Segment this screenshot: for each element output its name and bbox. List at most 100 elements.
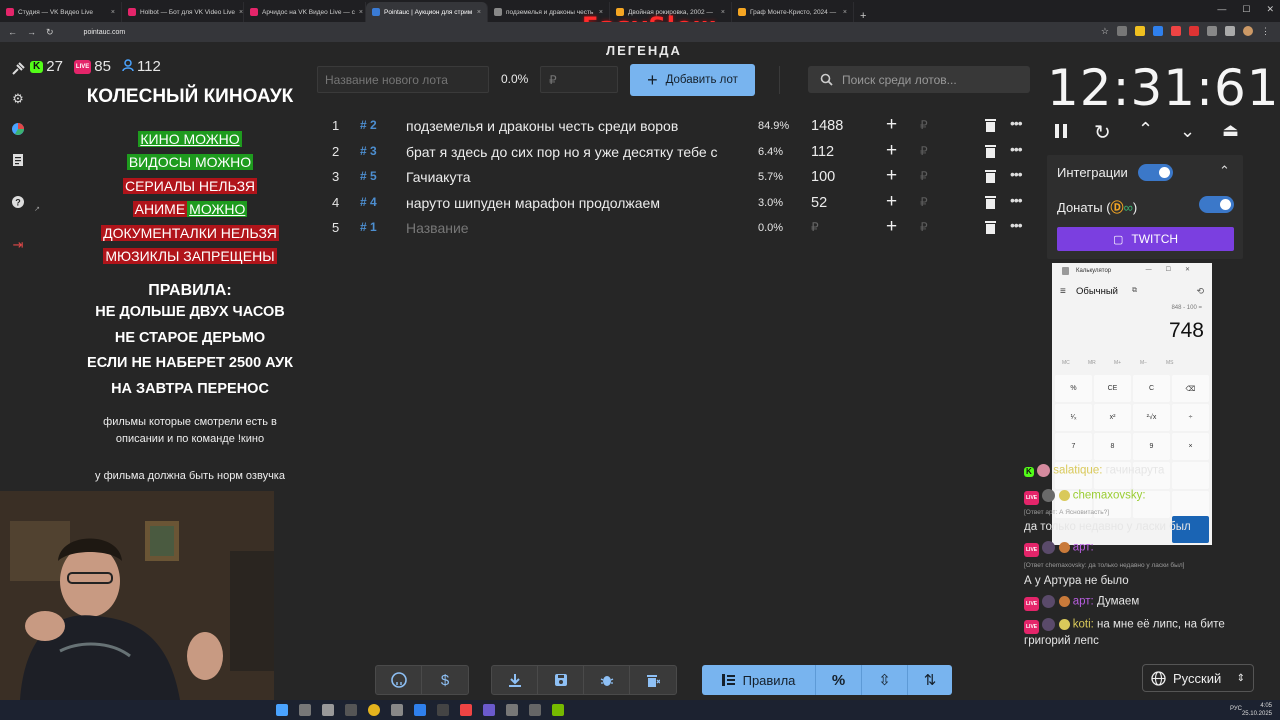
lot-amount[interactable]: 1488: [811, 118, 843, 134]
more-icon[interactable]: •••: [1010, 217, 1023, 233]
bug-icon[interactable]: [584, 666, 630, 694]
close-tab-icon[interactable]: ×: [239, 9, 243, 16]
browser-tab[interactable]: Студия — VK Видео Live ×: [0, 2, 122, 22]
donate-icon[interactable]: $: [422, 666, 468, 694]
lot-name[interactable]: Гачиакута: [406, 169, 740, 185]
add-amount-icon[interactable]: +: [886, 216, 897, 238]
lot-name-input[interactable]: Название: [406, 220, 740, 236]
lot-name[interactable]: брат я здесь до сих пор но я уже десятку…: [406, 144, 740, 160]
browser-tab[interactable]: Holbot — Бот для VK Video Live ×: [122, 2, 244, 22]
more-icon[interactable]: •••: [1010, 115, 1023, 131]
help-icon[interactable]: ?: [11, 195, 25, 209]
logout-icon[interactable]: ⇥: [11, 238, 25, 252]
taskbar-app-icon[interactable]: [529, 704, 541, 716]
percent-toggle-button[interactable]: %: [816, 665, 862, 695]
calc-key[interactable]: 7: [1055, 433, 1092, 460]
taskbar-app-icon[interactable]: [391, 704, 403, 716]
taskbar-app-icon[interactable]: [345, 704, 357, 716]
collapse-icon[interactable]: ⌃: [1219, 163, 1230, 179]
lot-add-amount-field[interactable]: ₽: [920, 118, 928, 132]
close-tab-icon[interactable]: ×: [843, 9, 847, 16]
add-amount-icon[interactable]: +: [886, 191, 897, 213]
lot-amount[interactable]: 100: [811, 169, 835, 185]
lot-amount[interactable]: 52: [811, 195, 827, 211]
taskbar-app-icon[interactable]: [437, 704, 449, 716]
forward-icon[interactable]: →: [27, 27, 36, 37]
lot-add-amount-field[interactable]: ₽: [920, 144, 928, 158]
close-tab-icon[interactable]: ×: [111, 9, 115, 16]
language-select[interactable]: Русский ⇕: [1142, 664, 1254, 692]
reset-icon[interactable]: ↻: [1094, 120, 1111, 145]
lot-search-input[interactable]: Поиск среди лотов...: [808, 66, 1030, 93]
url-field[interactable]: pointauc.com: [84, 29, 126, 36]
trash-icon[interactable]: [985, 144, 996, 158]
twitch-connect-button[interactable]: ▢ TWITCH: [1057, 227, 1234, 251]
double-time-icon[interactable]: ⏏: [1222, 120, 1239, 141]
extension-icon[interactable]: [1225, 26, 1235, 36]
calc-key[interactable]: C: [1133, 375, 1170, 402]
save-icon[interactable]: [538, 666, 584, 694]
calc-key[interactable]: ×: [1172, 433, 1209, 460]
add-lot-button[interactable]: + Добавить лот: [630, 64, 755, 96]
memory-button[interactable]: MC: [1062, 360, 1070, 366]
lot-amount[interactable]: 112: [811, 144, 834, 160]
close-tab-icon[interactable]: ×: [477, 9, 481, 16]
extension-icon[interactable]: [1135, 26, 1145, 36]
maximize-icon[interactable]: ☐: [1242, 4, 1250, 15]
close-window-icon[interactable]: ✕: [1266, 4, 1274, 15]
calc-key[interactable]: CE: [1094, 375, 1131, 402]
calc-key[interactable]: [1172, 491, 1209, 518]
extension-icon[interactable]: [1117, 26, 1127, 36]
extension-icon[interactable]: [1153, 26, 1163, 36]
settings-icon[interactable]: ⚙: [11, 92, 25, 106]
taskbar-app-icon[interactable]: [460, 704, 472, 716]
add-amount-icon[interactable]: +: [886, 165, 897, 187]
minimize-icon[interactable]: —: [1217, 4, 1226, 15]
menu-icon[interactable]: ⋮: [1261, 26, 1270, 37]
extension-icon[interactable]: [1189, 26, 1199, 36]
lot-amount-input[interactable]: ₽: [811, 220, 819, 234]
calc-key[interactable]: x²: [1094, 404, 1131, 431]
extension-icon[interactable]: [1207, 26, 1217, 36]
start-icon[interactable]: [276, 704, 288, 716]
chrome-icon[interactable]: [368, 704, 380, 716]
input-language[interactable]: РУС: [1230, 706, 1242, 712]
browser-tab[interactable]: Граф Монте-Кристо, 2024 — ×: [732, 2, 854, 22]
donations-toggle[interactable]: [1199, 196, 1234, 213]
calc-key[interactable]: [1172, 462, 1209, 489]
lot-name[interactable]: подземелья и драконы честь среди воров: [406, 118, 740, 134]
reload-icon[interactable]: ↻: [46, 27, 54, 38]
task-view-icon[interactable]: [322, 704, 334, 716]
calc-key[interactable]: 9: [1133, 433, 1170, 460]
external-link-icon[interactable]: ↗: [33, 203, 41, 213]
memory-button[interactable]: MS: [1166, 360, 1174, 366]
close-tab-icon[interactable]: ×: [721, 9, 725, 16]
profile-avatar-icon[interactable]: [1243, 26, 1253, 36]
pause-icon[interactable]: [1054, 123, 1068, 144]
sort-icon[interactable]: ⇅: [908, 665, 952, 695]
calc-key[interactable]: ¹⁄ₓ: [1055, 404, 1092, 431]
browser-tab-active[interactable]: Pointauc | Аукцион для стрим ×: [366, 2, 488, 22]
calc-key[interactable]: ⌫: [1172, 375, 1209, 402]
rules-button[interactable]: Правила: [702, 665, 816, 695]
taskbar-app-icon[interactable]: [506, 704, 518, 716]
more-icon[interactable]: •••: [1010, 141, 1023, 157]
bookmark-star-icon[interactable]: ☆: [1101, 26, 1109, 37]
lot-add-amount-field[interactable]: ₽: [920, 169, 928, 183]
memory-button[interactable]: MR: [1088, 360, 1096, 366]
download-icon[interactable]: [492, 666, 538, 694]
trash-icon[interactable]: [985, 118, 996, 132]
lot-add-amount-field[interactable]: ₽: [920, 195, 928, 209]
history-icon[interactable]: ⟲: [1196, 286, 1204, 297]
trash-icon[interactable]: [985, 195, 996, 209]
trash-icon[interactable]: [985, 169, 996, 183]
new-tab-icon[interactable]: +: [854, 10, 872, 22]
keep-on-top-icon[interactable]: ⧉: [1132, 287, 1137, 295]
github-icon[interactable]: [376, 666, 422, 694]
add-amount-icon[interactable]: +: [886, 114, 897, 136]
clipboard-icon[interactable]: [11, 152, 25, 166]
memory-button[interactable]: M−: [1140, 360, 1147, 366]
clear-all-icon[interactable]: [630, 666, 676, 694]
add-time-icon[interactable]: ⌃: [1138, 119, 1153, 140]
memory-button[interactable]: M+: [1114, 360, 1121, 366]
